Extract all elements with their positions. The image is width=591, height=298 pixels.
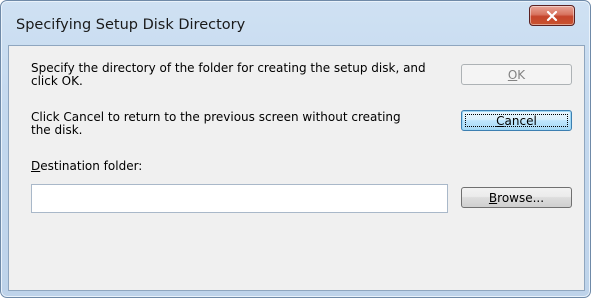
instruction-cancel-text: Click Cancel to return to the previous s… — [31, 110, 401, 137]
dialog-window: Specifying Setup Disk Directory Specify … — [0, 0, 591, 298]
dialog-body: Specify the directory of the folder for … — [8, 45, 585, 291]
destination-folder-input[interactable] — [31, 184, 448, 213]
close-button[interactable] — [529, 5, 575, 26]
instruction-ok-text: Specify the directory of the folder for … — [31, 61, 426, 88]
browse-button[interactable]: Browse... — [461, 187, 572, 208]
cancel-button[interactable]: Cancel — [461, 110, 572, 131]
close-icon — [546, 10, 558, 21]
ok-button[interactable]: OK — [461, 64, 572, 85]
window-title: Specifying Setup Disk Directory — [16, 17, 246, 33]
destination-folder-label: Destination folder: — [31, 159, 143, 173]
